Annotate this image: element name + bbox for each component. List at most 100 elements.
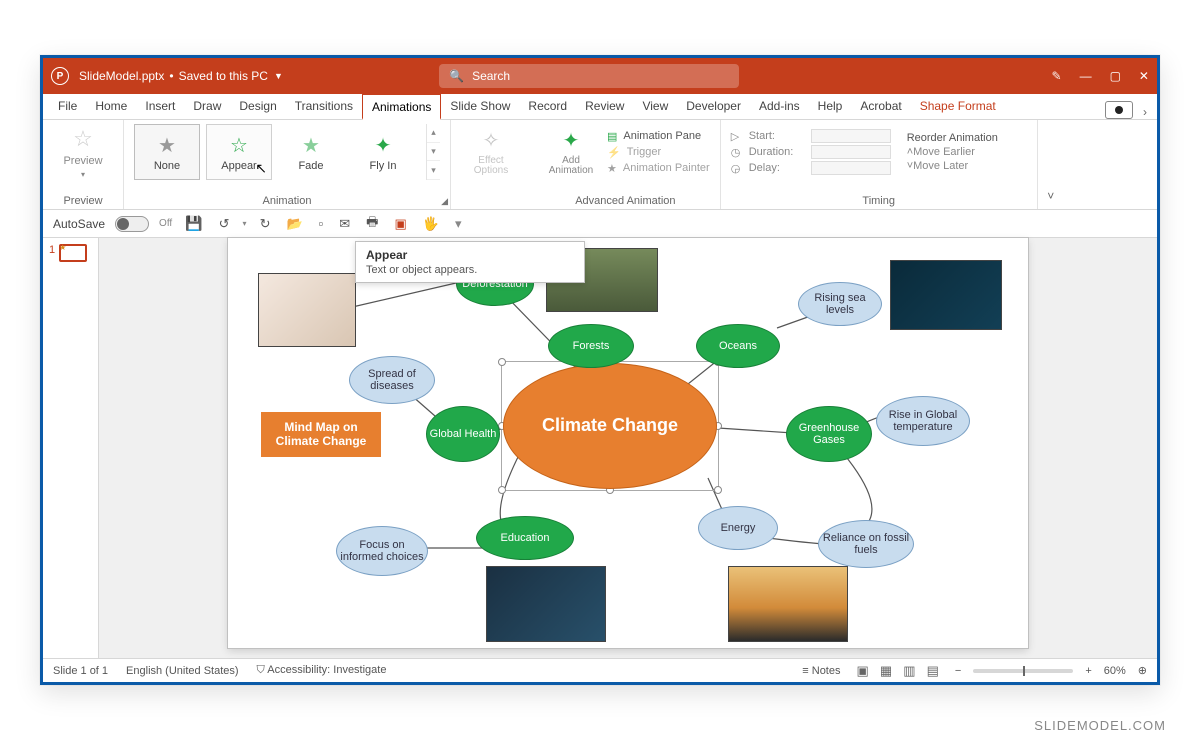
app-window: P SlideModel.pptx • Saved to this PC ▼ 🔍… — [40, 55, 1160, 685]
quickprint-icon[interactable]: 🖶 — [363, 213, 381, 235]
tab-addins[interactable]: Add-ins — [750, 93, 809, 119]
tab-file[interactable]: File — [49, 93, 86, 119]
tab-help[interactable]: Help — [809, 93, 852, 119]
delay-field[interactable] — [811, 161, 891, 175]
gallery-scroller[interactable]: ▴▾▾ — [426, 124, 440, 180]
move-earlier-button[interactable]: ˄Move Earlier — [907, 146, 1027, 158]
language-status[interactable]: English (United States) — [126, 665, 239, 677]
reading-view-icon[interactable]: ▥ — [899, 663, 919, 678]
start-show-icon[interactable]: ▣ — [391, 216, 409, 232]
anim-none[interactable]: ★ None — [134, 124, 200, 180]
node-rising-sea[interactable]: Rising sea levels — [798, 282, 882, 326]
zoom-slider[interactable] — [973, 669, 1073, 673]
new-icon[interactable]: ▫ — [316, 216, 327, 231]
node-center[interactable]: Climate Change — [503, 363, 717, 489]
tab-home[interactable]: Home — [86, 93, 136, 119]
slide-thumbnails[interactable]: 1 — [43, 238, 99, 658]
fit-to-window-icon[interactable]: ⊕ — [1138, 664, 1147, 677]
save-icon[interactable]: 💾 — [182, 215, 205, 232]
maximize-button[interactable]: ▢ — [1110, 69, 1121, 83]
node-reliance[interactable]: Reliance on fossil fuels — [818, 520, 914, 568]
add-animation-button[interactable]: ✦ Add Animation — [541, 124, 601, 180]
mail-icon[interactable]: ✉ — [336, 216, 353, 232]
slide[interactable]: Mind Map on Climate Change ⟳ Climate Cha… — [228, 238, 1028, 648]
group-label: Advanced Animation — [541, 192, 710, 209]
qat-more-icon[interactable]: ▾ — [452, 216, 465, 232]
group-advanced-animation: ✦ Add Animation ▤Animation Pane ⚡Trigger… — [531, 120, 721, 209]
image-ocean[interactable] — [890, 260, 1002, 330]
node-education[interactable]: Education — [476, 516, 574, 560]
image-factory[interactable] — [728, 566, 848, 642]
undo-icon[interactable]: ↺ — [216, 216, 233, 232]
redo-icon[interactable]: ↻ — [257, 216, 274, 232]
trigger-icon: ⚡ — [607, 146, 621, 159]
tab-slideshow[interactable]: Slide Show — [441, 93, 519, 119]
close-button[interactable]: ✕ — [1139, 69, 1149, 83]
anim-fade[interactable]: ★ Fade — [278, 124, 344, 180]
save-state[interactable]: Saved to this PC — [179, 69, 268, 83]
notes-button[interactable]: ≡ Notes — [802, 665, 840, 677]
image-hands[interactable] — [258, 273, 356, 347]
accessibility-status[interactable]: ⛉ Accessibility: Investigate — [257, 664, 387, 677]
slideshow-view-icon[interactable]: ▤ — [923, 663, 943, 678]
animation-pane-button[interactable]: ▤Animation Pane — [607, 130, 710, 143]
group-label: Animation — [134, 192, 440, 209]
ribbon-tabs: File Home Insert Draw Design Transitions… — [43, 94, 1157, 120]
start-field[interactable] — [811, 129, 891, 143]
tab-transitions[interactable]: Transitions — [286, 93, 362, 119]
anim-appear[interactable]: ☆ Appear ↖ — [206, 124, 272, 180]
node-spread-diseases[interactable]: Spread of diseases — [349, 356, 435, 404]
tab-review[interactable]: Review — [576, 93, 633, 119]
animation-painter-button[interactable]: ★Animation Painter — [607, 162, 710, 175]
zoom-out-button[interactable]: − — [955, 665, 961, 677]
tab-view[interactable]: View — [633, 93, 677, 119]
thumbnail-1[interactable]: 1 — [43, 244, 98, 262]
node-rise-temp[interactable]: Rise in Global temperature — [876, 396, 970, 446]
duration-field[interactable] — [811, 145, 891, 159]
node-focus-choices[interactable]: Focus on informed choices — [336, 526, 428, 576]
node-greenhouse[interactable]: Greenhouse Gases — [786, 406, 872, 462]
preview-button[interactable]: ☆ Preview ▾ — [53, 124, 113, 180]
clock-icon: ◶ — [731, 162, 743, 175]
node-oceans[interactable]: Oceans — [696, 324, 780, 368]
tab-draw[interactable]: Draw — [184, 93, 230, 119]
camera-record-button[interactable] — [1105, 101, 1133, 119]
chevron-down-icon[interactable]: ▼ — [274, 71, 283, 81]
tab-shape-format[interactable]: Shape Format — [911, 93, 1005, 119]
effect-options-button[interactable]: ✧ Effect Options — [461, 124, 521, 180]
tab-design[interactable]: Design — [230, 93, 285, 119]
autosave-toggle[interactable] — [115, 216, 149, 232]
tooltip-title: Appear — [366, 248, 574, 262]
sorter-view-icon[interactable]: ▦ — [876, 663, 896, 678]
animation-gallery[interactable]: ★ None ☆ Appear ↖ ★ Fade ✦ Fly In ▴▾▾ — [134, 124, 440, 180]
touch-mode-icon[interactable]: 🖐 — [420, 216, 442, 232]
normal-view-icon[interactable]: ▣ — [853, 663, 873, 678]
node-forests[interactable]: Forests — [548, 324, 634, 368]
trigger-button[interactable]: ⚡Trigger — [607, 146, 710, 159]
star-icon: ☆ — [230, 133, 248, 158]
tab-acrobat[interactable]: Acrobat — [851, 93, 910, 119]
status-bar: Slide 1 of 1 English (United States) ⛉ A… — [43, 658, 1157, 682]
tooltip: Appear Text or object appears. — [355, 241, 585, 283]
node-global-health[interactable]: Global Health — [426, 406, 500, 462]
search-input[interactable]: 🔍 Search — [439, 64, 739, 88]
titlebox[interactable]: Mind Map on Climate Change — [261, 412, 381, 457]
tab-record[interactable]: Record — [519, 93, 576, 119]
dialog-launcher-icon[interactable]: ◢ — [441, 196, 448, 207]
thumb-preview — [59, 244, 87, 262]
overflow-icon[interactable]: › — [1139, 105, 1151, 119]
collapse-ribbon-button[interactable]: ˅ — [1038, 120, 1064, 209]
tab-insert[interactable]: Insert — [136, 93, 184, 119]
minimize-button[interactable]: ― — [1080, 69, 1092, 83]
anim-flyin[interactable]: ✦ Fly In — [350, 124, 416, 180]
zoom-value[interactable]: 60% — [1104, 665, 1126, 677]
zoom-in-button[interactable]: + — [1085, 665, 1091, 677]
pen-icon[interactable]: ✎ — [1052, 69, 1062, 83]
tab-animations[interactable]: Animations — [362, 94, 441, 120]
tab-developer[interactable]: Developer — [677, 93, 750, 119]
slide-counter[interactable]: Slide 1 of 1 — [53, 665, 108, 677]
node-energy[interactable]: Energy — [698, 506, 778, 550]
move-later-button[interactable]: ˅Move Later — [907, 160, 1027, 172]
image-education[interactable] — [486, 566, 606, 642]
open-icon[interactable]: 📂 — [283, 216, 305, 232]
